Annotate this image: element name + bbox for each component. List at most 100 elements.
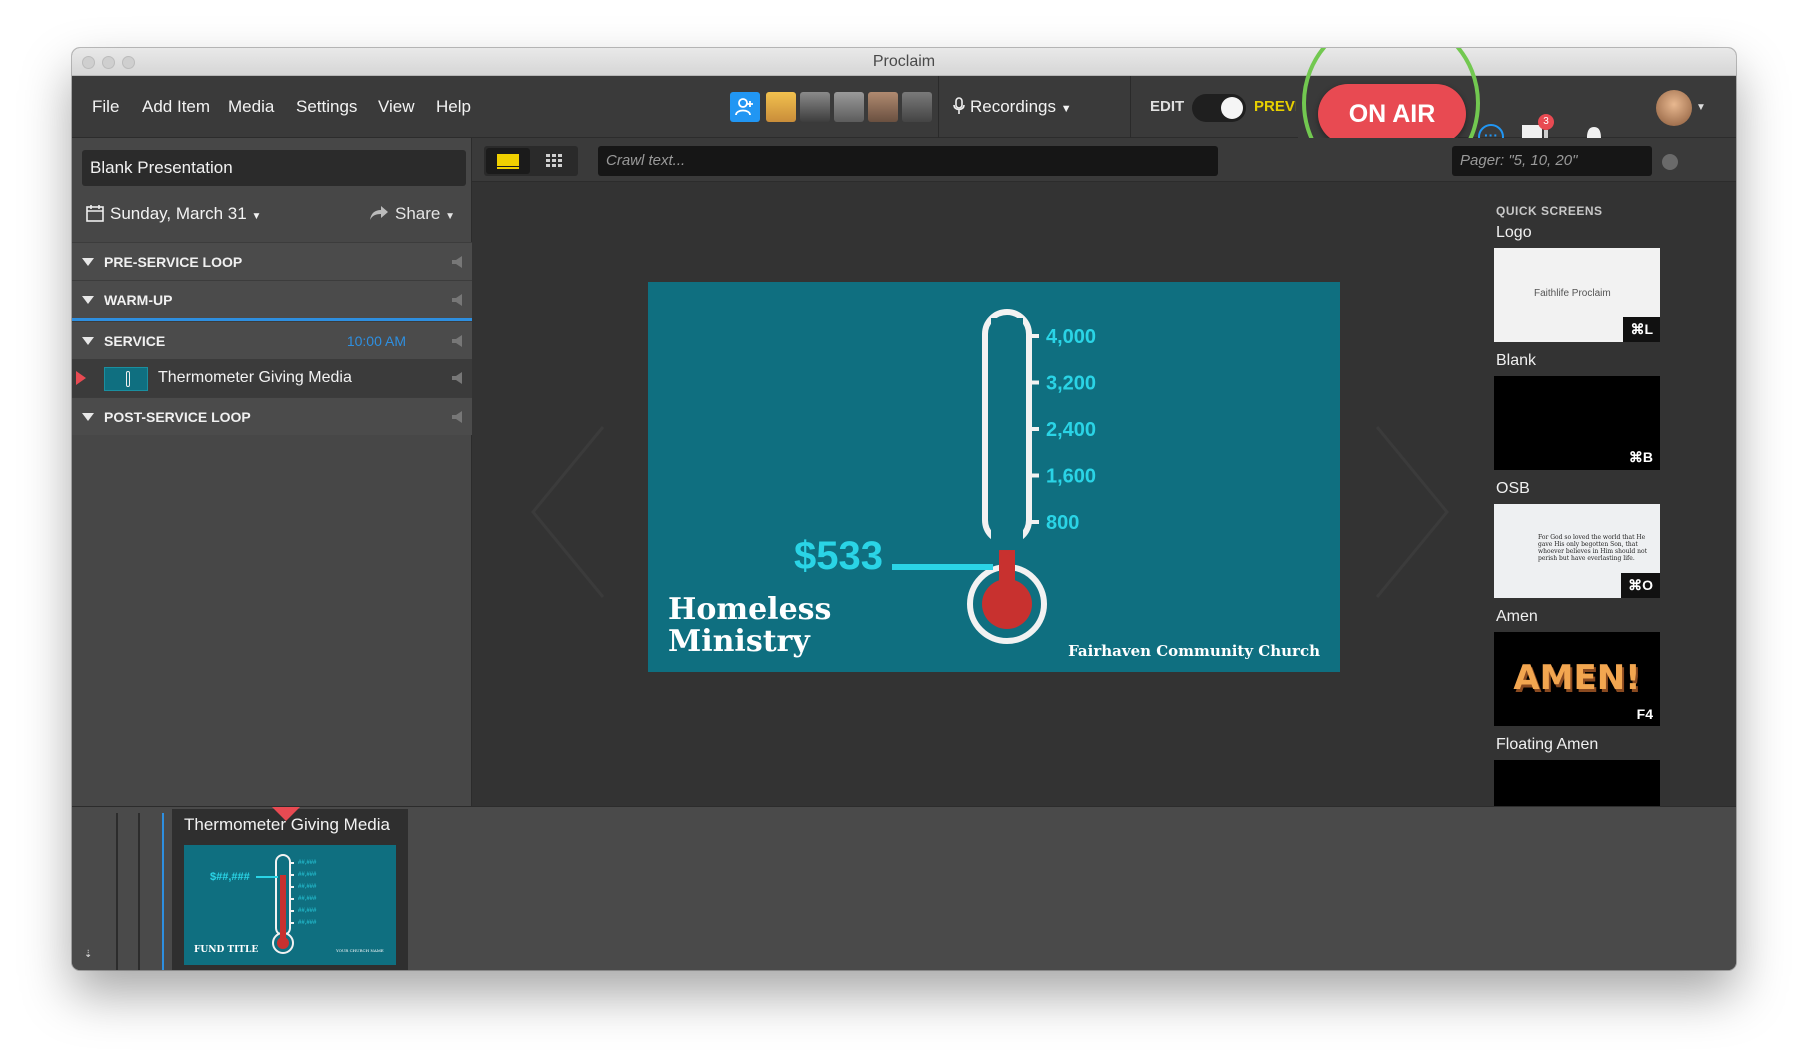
menu-settings[interactable]: Settings: [296, 76, 357, 138]
shortcut-key: ⌘O: [1621, 573, 1660, 598]
shortcut-key: F4: [1636, 706, 1653, 722]
app-window: Proclaim File Add Item Media Settings Vi…: [72, 48, 1736, 970]
window-title: Proclaim: [872, 53, 936, 70]
collapse-caret-icon[interactable]: [82, 337, 94, 345]
close-window-button[interactable]: [82, 56, 95, 69]
add-person-icon: [735, 98, 753, 116]
menu-file[interactable]: File: [92, 76, 119, 138]
next-slide-arrow-icon[interactable]: [1372, 422, 1452, 602]
share-label: Share: [394, 204, 441, 223]
team-member-avatar[interactable]: [766, 92, 796, 122]
fund-title-line: Ministry: [668, 624, 810, 659]
thermometer-tick-label: 800: [1046, 512, 1079, 534]
single-view-button[interactable]: [486, 148, 530, 174]
speaker-icon[interactable]: [452, 294, 462, 306]
previous-slide-arrow-icon[interactable]: [528, 422, 608, 602]
thermometer-tick-label: 4,000: [1046, 326, 1096, 348]
menu-bar: File Add Item Media Settings View Help R…: [72, 76, 1736, 150]
speaker-icon[interactable]: [452, 411, 462, 423]
thumb-tick-label: ##,###: [298, 908, 317, 914]
service-item-row[interactable]: Thermometer Giving Media: [72, 359, 472, 397]
thumb-church-name: YOUR CHURCH NAME: [336, 948, 384, 953]
fund-title-line: Homeless: [668, 592, 832, 627]
toggle-knob: [1221, 97, 1243, 119]
team-member-avatar[interactable]: [834, 92, 864, 122]
playhead-marker[interactable]: [272, 807, 300, 821]
service-date: Sunday, March 31: [110, 204, 247, 223]
service-time[interactable]: 10:00 AM: [347, 322, 406, 360]
recordings-dropdown[interactable]: Recordings ▼: [952, 76, 1072, 138]
section-post-service-loop[interactable]: POST-SERVICE LOOP: [72, 397, 472, 435]
quick-screen-osb[interactable]: For God so loved the world that He gave …: [1494, 504, 1660, 598]
menu-view[interactable]: View: [378, 76, 415, 138]
section-label: SERVICE: [104, 333, 166, 349]
quick-screen-label: Floating Amen: [1496, 736, 1599, 753]
slide-timeline: Thermometer Giving Media $##,### ##,### …: [72, 806, 1736, 970]
section-label: POST-SERVICE LOOP: [104, 409, 251, 425]
microphone-icon: [953, 97, 965, 114]
grid-view-button[interactable]: [532, 148, 576, 174]
pager-send-icon[interactable]: [1662, 154, 1678, 170]
section-pre-service-loop[interactable]: PRE-SERVICE LOOP: [72, 242, 472, 280]
edit-preview-toggle[interactable]: [1192, 94, 1246, 122]
presentation-title[interactable]: Blank Presentation: [82, 150, 466, 186]
user-avatar[interactable]: [1656, 90, 1692, 126]
service-sidebar: Blank Presentation Sunday, March 31 ▼ Sh…: [72, 138, 472, 806]
thumb-amount: $##,###: [210, 871, 250, 883]
team-member-avatar[interactable]: [902, 92, 932, 122]
section-warm-up[interactable]: WARM-UP: [72, 280, 472, 321]
stage-toolbar: Crawl text... Pager: "5, 10, 20": [472, 138, 1736, 182]
menu-add-item[interactable]: Add Item: [142, 76, 210, 138]
zoom-window-button[interactable]: [122, 56, 135, 69]
live-indicator-icon: [76, 371, 86, 385]
menu-help[interactable]: Help: [436, 76, 471, 138]
section-label: PRE-SERVICE LOOP: [104, 254, 243, 270]
quick-screen-label: OSB: [1496, 480, 1530, 497]
edit-label: EDIT: [1150, 98, 1185, 115]
add-team-member-button[interactable]: [730, 92, 760, 122]
shortcut-key: ⌘L: [1623, 317, 1660, 342]
speaker-icon[interactable]: [452, 256, 462, 268]
team-member-avatar[interactable]: [800, 92, 830, 122]
thumb-tick-label: ##,###: [298, 872, 317, 878]
grid-icon: [546, 154, 562, 167]
thumb-tick-label: ##,###: [298, 896, 317, 902]
collapse-caret-icon[interactable]: [82, 296, 94, 304]
section-service[interactable]: SERVICE 10:00 AM: [72, 321, 472, 359]
speaker-icon[interactable]: [452, 335, 462, 347]
item-label: Thermometer Giving Media: [158, 369, 352, 386]
menu-media[interactable]: Media: [228, 76, 274, 138]
raised-amount: $533: [794, 534, 883, 578]
quick-screen-blank[interactable]: ⌘B: [1494, 376, 1660, 470]
service-date-dropdown[interactable]: Sunday, March 31 ▼: [86, 198, 261, 230]
chevron-down-icon[interactable]: ▼: [1696, 102, 1706, 113]
preview-label: PREVIEW: [1254, 98, 1296, 115]
church-name: Fairhaven Community Church: [1068, 642, 1320, 660]
live-slide[interactable]: 4,000 3,200 2,400 1,600 800 $533 Homeless Mi…: [648, 282, 1340, 672]
thermometer-tick-label: 3,200: [1046, 373, 1096, 395]
thermometer-tick-label: 1,600: [1046, 466, 1096, 488]
section-label: WARM-UP: [104, 292, 173, 308]
team-member-avatar[interactable]: [868, 92, 898, 122]
chevron-down-icon: ▼: [251, 211, 262, 222]
share-button[interactable]: Share ▼: [369, 198, 455, 230]
collapse-caret-icon[interactable]: [82, 258, 94, 266]
quick-screen-label: Amen: [1496, 608, 1538, 625]
speaker-icon[interactable]: [452, 372, 462, 384]
collapse-caret-icon[interactable]: [82, 413, 94, 421]
quick-screen-logo[interactable]: Faithlife Proclaim ⌘L: [1494, 248, 1660, 342]
timeline-slide-card[interactable]: Thermometer Giving Media $##,### ##,### …: [172, 809, 408, 970]
view-mode-toggle: [484, 146, 578, 176]
expand-timeline-icon[interactable]: ⇣: [84, 949, 92, 960]
quick-screen-amen[interactable]: AMEN! F4: [1494, 632, 1660, 726]
crawl-text-input[interactable]: Crawl text...: [598, 146, 1218, 176]
quick-screen-label: Blank: [1496, 352, 1537, 369]
calendar-icon: [86, 205, 104, 222]
toolbar-divider: [938, 76, 939, 138]
timeline-slide-thumbnail: $##,### ##,### ##,### ##,### ##,### ##,#…: [184, 845, 396, 965]
quick-screen-floating-amen[interactable]: [1494, 760, 1660, 806]
minimize-window-button[interactable]: [102, 56, 115, 69]
recordings-label: Recordings: [970, 97, 1056, 116]
share-arrow-icon: [369, 206, 388, 220]
pager-input[interactable]: Pager: "5, 10, 20": [1452, 146, 1652, 176]
